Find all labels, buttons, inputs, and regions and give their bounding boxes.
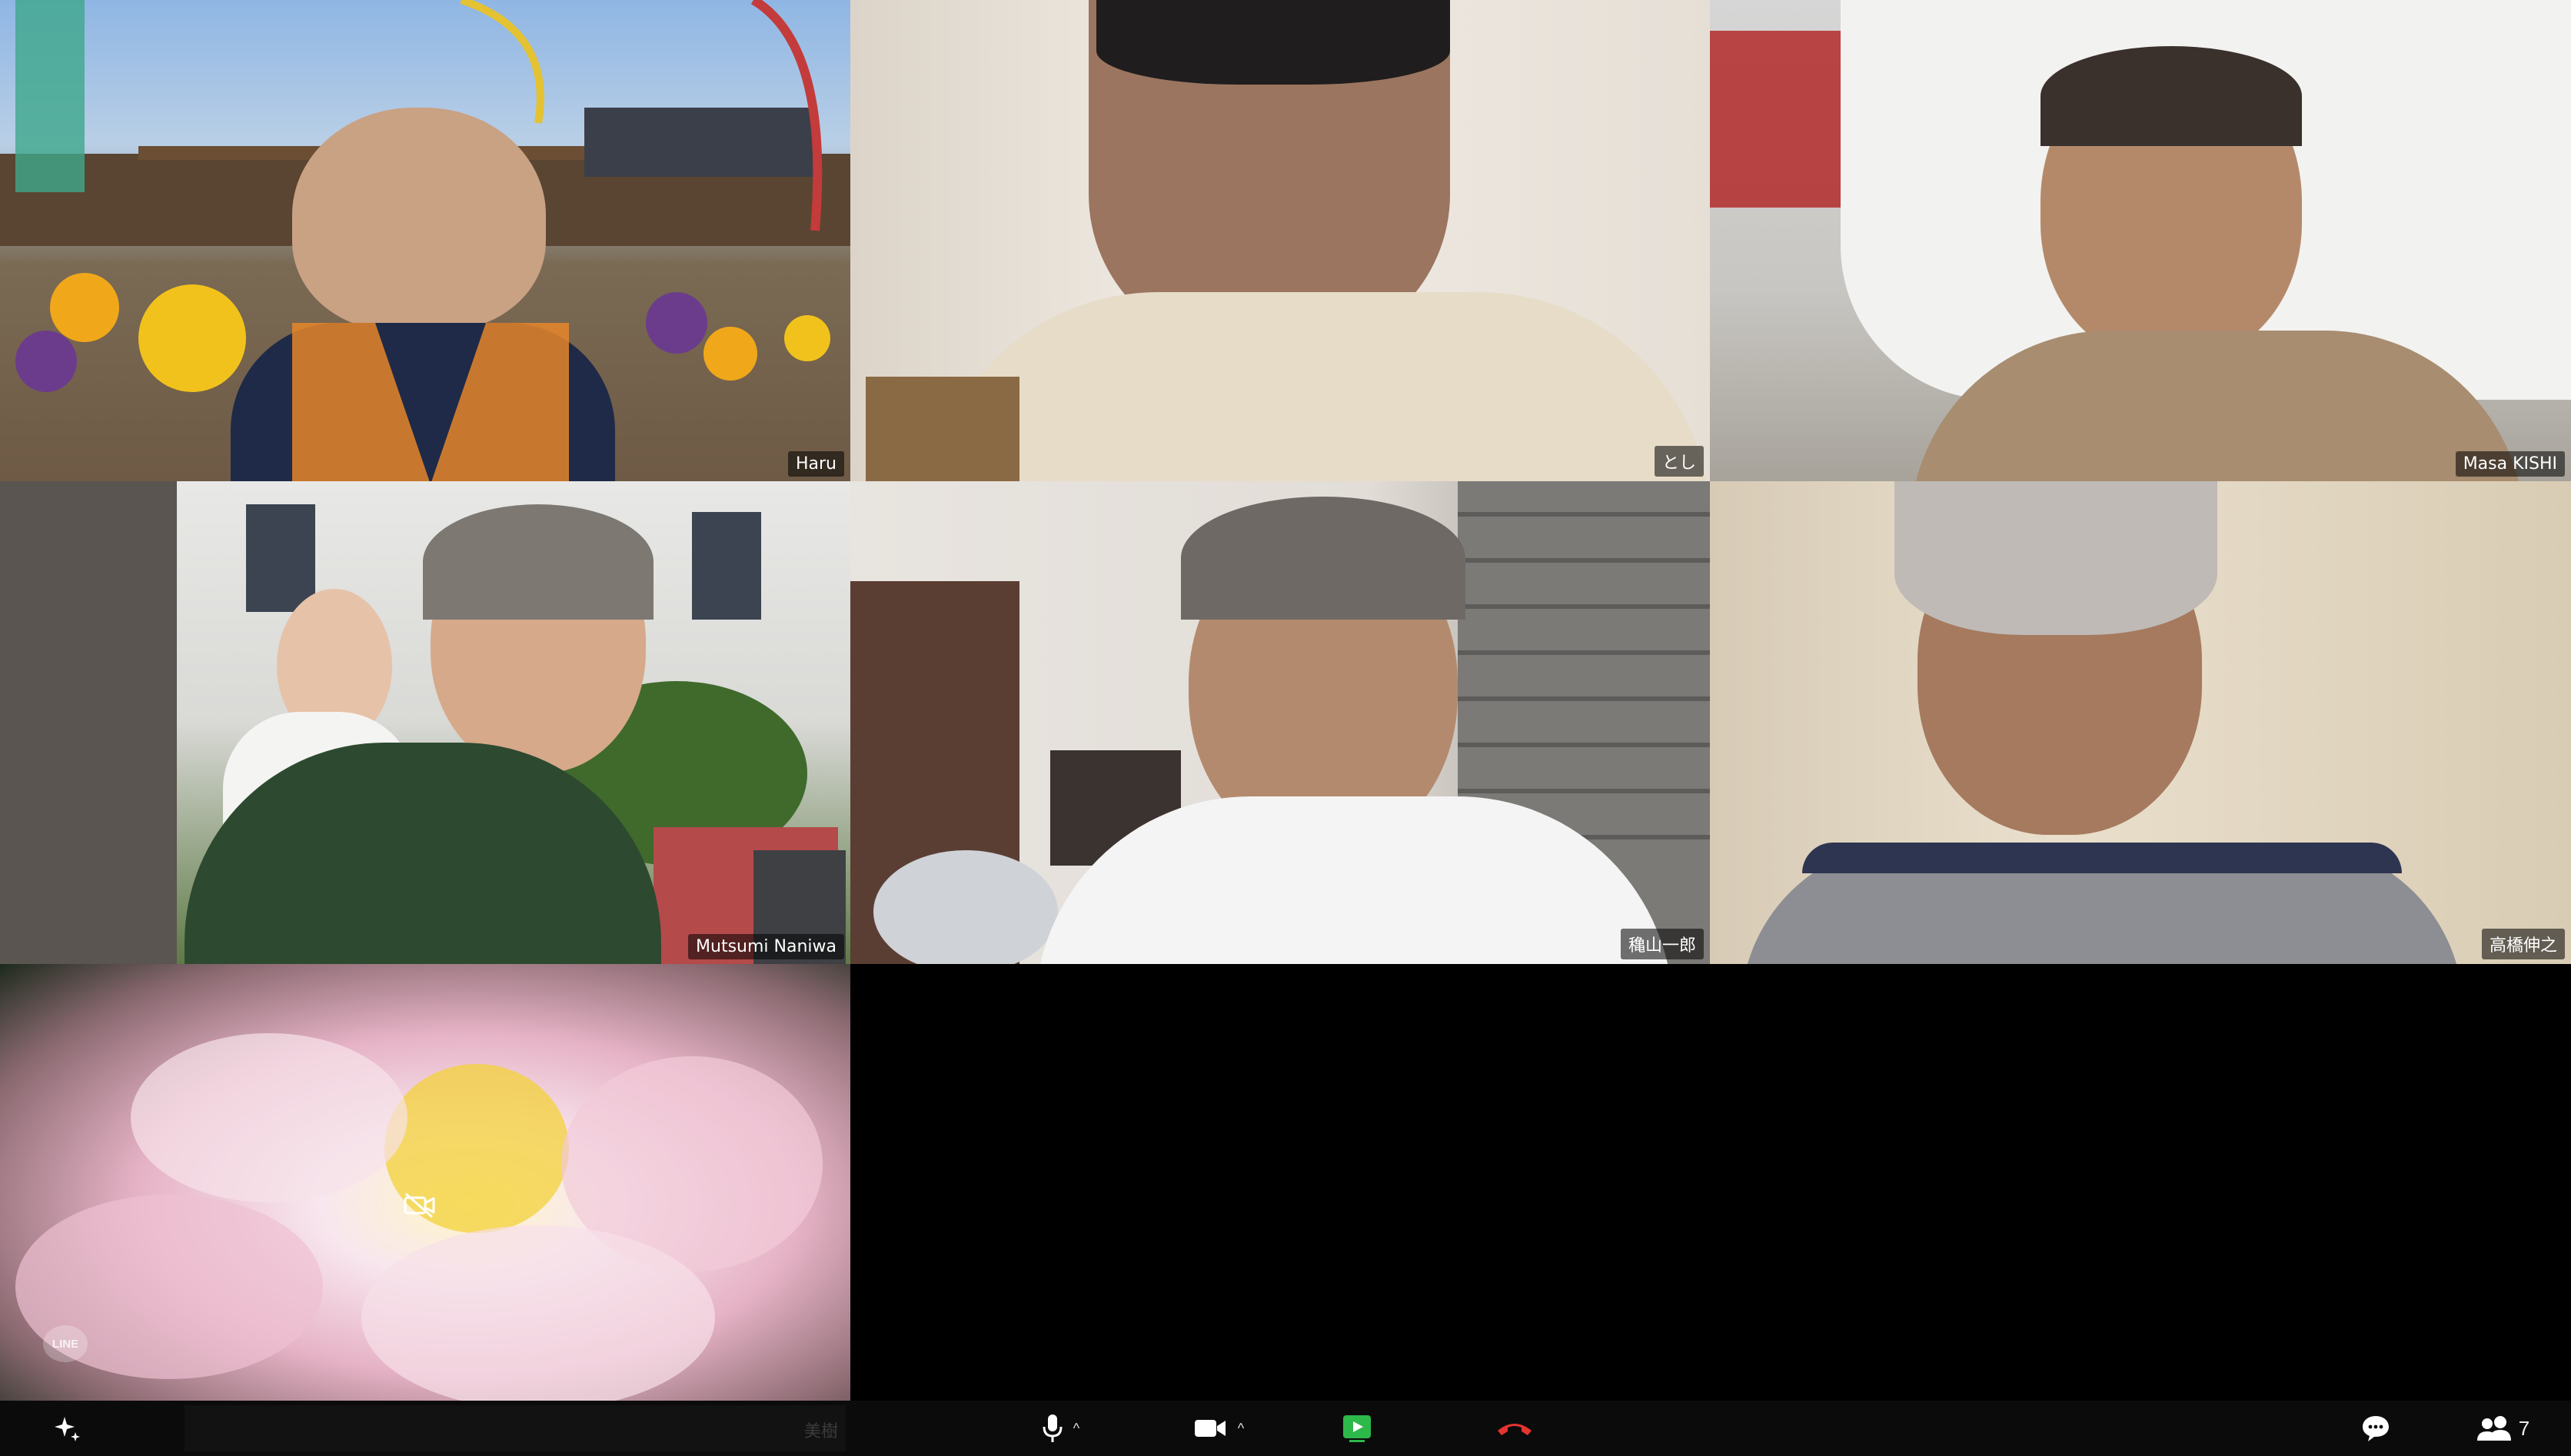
sparkle-icon xyxy=(55,1417,80,1441)
participant-video xyxy=(927,292,1710,481)
chevron-up-icon[interactable]: ^ xyxy=(1238,1421,1244,1437)
participant-tile[interactable]: Haru xyxy=(0,0,850,481)
participant-name-label: Mutsumi Naniwa xyxy=(688,934,844,959)
self-view-label: 美樹 xyxy=(804,1422,839,1441)
participants-count: 7 xyxy=(2518,1416,2530,1440)
participant-tile[interactable]: 穐山一郎 xyxy=(850,481,1710,964)
self-view-strip xyxy=(185,1405,846,1451)
participant-tile[interactable]: LINE xyxy=(0,964,850,1401)
participant-video xyxy=(1894,481,2217,635)
chat-button[interactable] xyxy=(2357,1401,2394,1456)
participant-name-label: 高橋伸之 xyxy=(2481,929,2565,959)
participant-name-label: 穐山一郎 xyxy=(1620,929,1704,959)
participant-tile[interactable]: とし xyxy=(850,0,1710,481)
participant-video xyxy=(1710,31,1841,208)
video-button[interactable]: ^ xyxy=(1184,1401,1253,1456)
background-scene xyxy=(15,1033,823,1401)
participants-icon xyxy=(2476,1416,2511,1441)
chevron-up-icon[interactable]: ^ xyxy=(1073,1421,1079,1437)
participant-video xyxy=(1181,497,1465,620)
participant-video xyxy=(866,377,1019,481)
participant-video xyxy=(2041,46,2302,146)
microphone-icon xyxy=(1043,1414,1063,1442)
participant-video xyxy=(292,108,546,331)
meeting-toolbar: 美樹 ^ ^ 7 xyxy=(0,1401,2571,1456)
end-call-button[interactable] xyxy=(1492,1401,1538,1456)
chat-icon xyxy=(2363,1416,2389,1441)
participant-video xyxy=(1096,0,1450,85)
share-screen-button[interactable] xyxy=(1338,1401,1376,1456)
effects-button[interactable] xyxy=(48,1401,86,1456)
participant-video xyxy=(1802,843,2402,873)
participant-name-label: Masa KISHI xyxy=(2455,451,2565,477)
participant-video xyxy=(423,504,654,620)
participants-button[interactable]: 7 xyxy=(2468,1401,2537,1456)
end-call-icon xyxy=(1498,1424,1532,1435)
video-grid: Haru とし Masa KISHI Mutsumi Naniwa 穐山一郎 高… xyxy=(0,0,2571,1401)
participant-tile[interactable]: Mutsumi Naniwa xyxy=(0,481,850,964)
participant-name-label: Haru xyxy=(787,451,844,477)
video-camera-icon xyxy=(1194,1420,1226,1437)
participant-tile[interactable]: Masa KISHI xyxy=(1710,0,2571,481)
mute-button[interactable]: ^ xyxy=(1030,1401,1092,1456)
video-off-icon xyxy=(404,1192,435,1218)
participant-tile[interactable]: 高橋伸之 xyxy=(1710,481,2571,964)
line-badge: LINE xyxy=(43,1325,88,1362)
share-screen-icon xyxy=(1343,1415,1371,1442)
participant-name-label: とし xyxy=(1654,446,1704,477)
